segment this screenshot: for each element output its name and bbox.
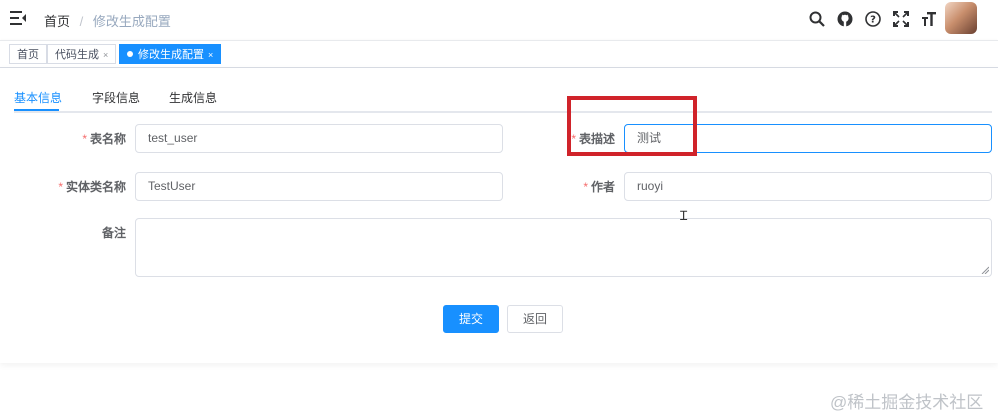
remark-textarea[interactable] — [135, 218, 992, 277]
submit-button[interactable]: 提交 — [443, 305, 499, 333]
resize-handle-icon[interactable] — [981, 266, 989, 274]
highlight-annotation — [567, 96, 697, 156]
class-name-label-text: 实体类名称 — [65, 180, 126, 194]
active-dot-icon — [127, 51, 133, 57]
tag-home[interactable]: 首页 — [9, 44, 47, 64]
remark-label: 备注 — [101, 226, 126, 240]
breadcrumb-current: 修改生成配置 — [92, 14, 171, 29]
tag-edit-config-label: 修改生成配置 — [138, 49, 204, 61]
breadcrumb-home[interactable]: 首页 — [44, 14, 70, 29]
tab-active-indicator — [14, 109, 59, 111]
class-name-label: * 实体类名称 — [36, 178, 126, 195]
breadcrumb-separator: / — [79, 14, 84, 29]
edit-config-card: 基本信息 字段信息 生成信息 * 表名称 test_user * 表描述 测试 * 实… — [0, 68, 998, 363]
navbar: 首页 / 修改生成配置 ? — [0, 0, 998, 38]
font-size-icon[interactable] — [920, 10, 938, 28]
author-input[interactable]: ruoyi — [624, 172, 992, 201]
menu-toggle-icon[interactable] — [10, 11, 26, 25]
user-avatar[interactable] — [945, 2, 977, 34]
help-icon[interactable]: ? — [864, 10, 882, 28]
table-name-input[interactable]: test_user — [135, 124, 503, 153]
tabs: 基本信息 字段信息 生成信息 — [14, 89, 992, 113]
author-label-text: 作者 — [590, 180, 615, 194]
tab-basic-info[interactable]: 基本信息 — [14, 89, 62, 106]
fullscreen-icon[interactable] — [892, 10, 910, 28]
close-icon[interactable]: × — [208, 50, 213, 60]
tag-edit-config[interactable]: 修改生成配置 × — [119, 44, 222, 64]
tab-generation-info[interactable]: 生成信息 — [169, 89, 217, 106]
tag-code-gen-label: 代码生成 — [55, 49, 99, 61]
class-name-input[interactable]: TestUser — [135, 172, 503, 201]
tab-field-info[interactable]: 字段信息 — [92, 89, 140, 106]
table-name-label: * 表名称 — [36, 130, 126, 147]
required-mark: * — [58, 180, 63, 194]
close-icon[interactable]: × — [103, 50, 108, 60]
watermark: @稀土掘金技术社区 — [830, 393, 984, 412]
github-icon[interactable] — [836, 10, 854, 28]
tag-home-label: 首页 — [17, 49, 39, 61]
svg-text:?: ? — [870, 15, 876, 26]
breadcrumb: 首页 / 修改生成配置 — [44, 11, 171, 30]
navbar-icons: ? — [808, 10, 938, 28]
search-icon[interactable] — [808, 10, 826, 28]
back-button[interactable]: 返回 — [507, 305, 563, 333]
text-cursor-icon: Ɪ — [680, 208, 688, 223]
required-mark: * — [82, 132, 87, 146]
required-mark: * — [583, 180, 588, 194]
table-name-label-text: 表名称 — [89, 132, 126, 146]
author-label: * 作者 — [525, 178, 615, 195]
tag-code-gen[interactable]: 代码生成 × — [47, 44, 117, 64]
tags-view: 首页 代码生成 × 修改生成配置 × — [0, 40, 998, 68]
